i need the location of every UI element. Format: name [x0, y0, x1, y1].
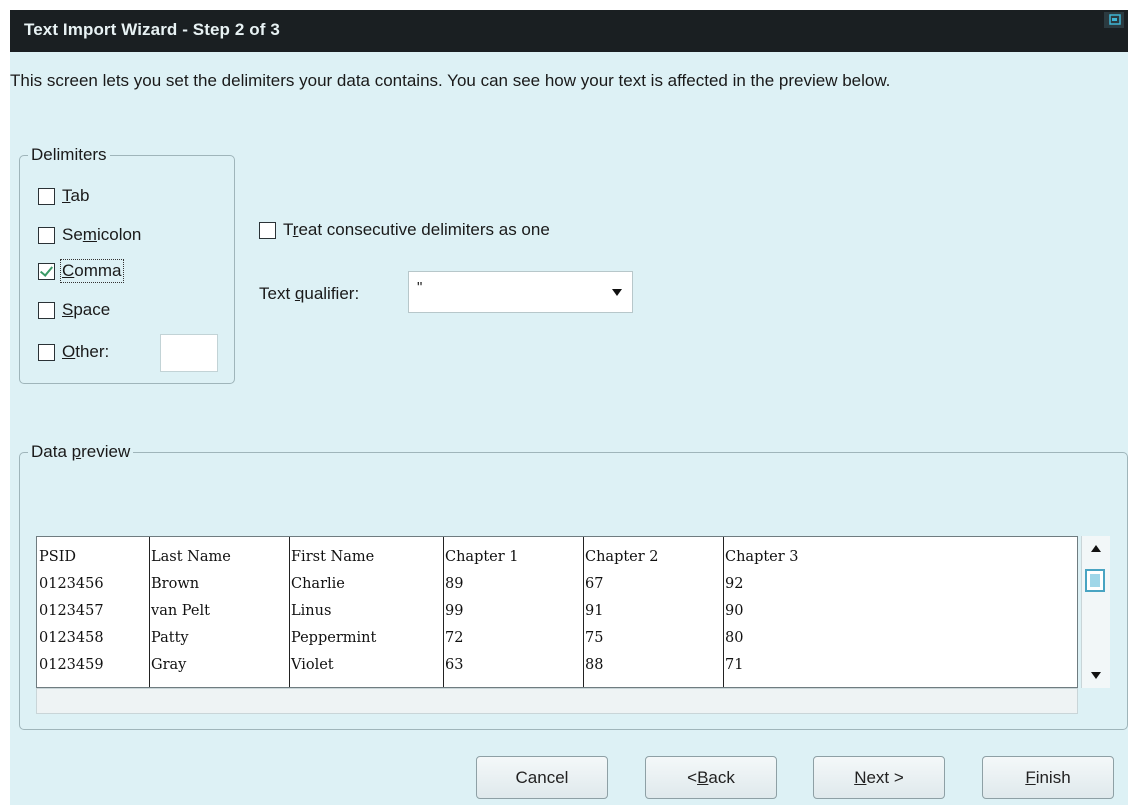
vertical-scrollbar[interactable]	[1081, 536, 1110, 688]
semicolon-checkbox[interactable]: Semicolon	[38, 225, 141, 245]
next-button[interactable]: Next >	[813, 756, 945, 799]
comma-checkbox-box[interactable]	[38, 262, 55, 280]
preview-cell: Patty	[151, 630, 189, 646]
preview-cell: 90	[725, 603, 744, 619]
consecutive-checkbox[interactable]: Treat consecutive delimiters as one	[259, 220, 550, 240]
window-title: Text Import Wizard - Step 2 of 3	[24, 20, 280, 39]
preview-cell: Charlie	[291, 576, 345, 592]
space-checkbox[interactable]: Space	[38, 300, 110, 320]
scroll-up-icon[interactable]	[1091, 545, 1101, 552]
preview-cell: Violet	[291, 657, 334, 673]
column-break-line[interactable]	[149, 537, 150, 687]
semicolon-label: Semicolon	[62, 225, 142, 244]
text-qualifier-value: "	[417, 279, 423, 296]
data-preview-grid[interactable]: PSID Last Name First Name Chapter 1 Chapter …	[36, 536, 1078, 688]
scroll-thumb[interactable]	[1085, 569, 1105, 592]
preview-cell: Chapter 1	[445, 549, 519, 565]
tab-checkbox-box[interactable]	[38, 187, 55, 205]
other-delimiter-input[interactable]	[160, 334, 218, 372]
text-qualifier-select[interactable]: "	[408, 271, 633, 313]
comma-label: Comma	[60, 259, 124, 283]
preview-cell: Chapter 2	[585, 549, 659, 565]
other-checkbox-box[interactable]	[38, 343, 55, 361]
preview-cell: 72	[445, 630, 464, 646]
other-checkbox[interactable]: Other:	[38, 342, 109, 362]
preview-cell: 0123457	[39, 603, 104, 619]
scroll-down-icon[interactable]	[1091, 672, 1101, 679]
space-label: Space	[62, 300, 111, 319]
preview-cell: 0123456	[39, 576, 104, 592]
preview-cell: 88	[585, 657, 604, 673]
preview-cell: van Pelt	[151, 603, 210, 619]
preview-cell: 89	[445, 576, 464, 592]
preview-cell: 80	[725, 630, 744, 646]
comma-checkbox[interactable]: Comma	[38, 259, 124, 283]
consecutive-checkbox-box[interactable]	[259, 221, 276, 239]
preview-cell: Linus	[291, 603, 332, 619]
preview-cell: 99	[445, 603, 464, 619]
semicolon-checkbox-box[interactable]	[38, 226, 55, 244]
data-preview-legend: Data preview	[28, 442, 134, 462]
tab-label: Tab	[62, 186, 90, 205]
column-break-line[interactable]	[443, 537, 444, 687]
system-menu-icon[interactable]	[1104, 12, 1124, 28]
column-break-line[interactable]	[723, 537, 724, 687]
tab-checkbox[interactable]: Tab	[38, 186, 89, 206]
preview-cell: 63	[445, 657, 464, 673]
horizontal-scrollbar[interactable]	[36, 688, 1078, 714]
preview-cell: Peppermint	[291, 630, 377, 646]
preview-cell: 75	[585, 630, 604, 646]
preview-cell: Chapter 3	[725, 549, 799, 565]
chevron-down-icon[interactable]	[612, 289, 622, 296]
intro-text: This screen lets you set the delimiters …	[10, 71, 891, 90]
preview-cell: 91	[585, 603, 604, 619]
preview-cell: 67	[585, 576, 604, 592]
text-qualifier-label: Text qualifier:	[259, 284, 360, 303]
back-button[interactable]: < Back	[645, 756, 777, 799]
preview-cell: Gray	[151, 657, 187, 673]
preview-cell: Brown	[151, 576, 200, 592]
preview-cell: 71	[725, 657, 744, 673]
preview-cell: 92	[725, 576, 744, 592]
preview-cell: Last Name	[151, 549, 231, 565]
finish-button[interactable]: Finish	[982, 756, 1114, 799]
preview-cell: First Name	[291, 549, 375, 565]
column-break-line[interactable]	[289, 537, 290, 687]
preview-cell: 0123458	[39, 630, 104, 646]
delimiters-legend: Delimiters	[28, 145, 110, 165]
space-checkbox-box[interactable]	[38, 301, 55, 319]
cancel-button[interactable]: Cancel	[476, 756, 608, 799]
consecutive-label: Treat consecutive delimiters as one	[283, 220, 550, 239]
other-label: Other:	[62, 342, 110, 361]
title-bar: Text Import Wizard - Step 2 of 3	[10, 10, 1128, 52]
column-break-line[interactable]	[583, 537, 584, 687]
preview-cell: PSID	[39, 549, 77, 565]
preview-cell: 0123459	[39, 657, 104, 673]
